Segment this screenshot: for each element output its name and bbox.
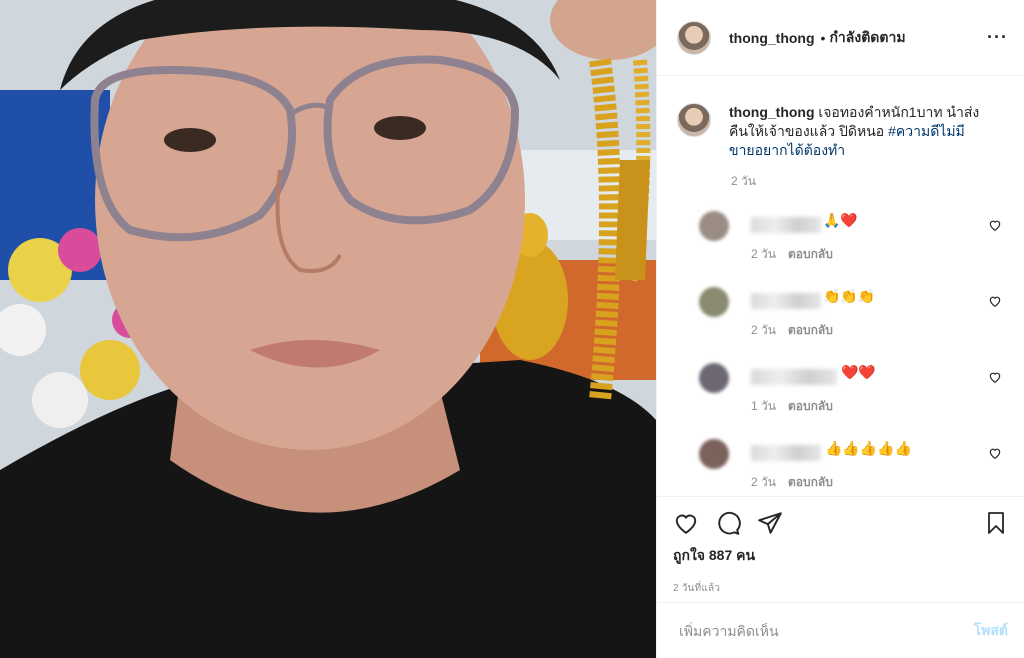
reply-button[interactable]: ตอบกลับ: [788, 323, 833, 337]
comment-text: 👍👍👍👍👍: [825, 440, 913, 456]
reply-button[interactable]: ตอบกลับ: [788, 399, 833, 413]
heart-icon[interactable]: [988, 446, 1002, 460]
following-button[interactable]: กำลังติดตาม: [829, 27, 905, 49]
caption-username[interactable]: thong_thong: [729, 104, 815, 120]
comment-text: 🙏❤️: [823, 212, 858, 228]
comment-item: ❤️❤️ 1 วัน ตอบกลับ: [677, 363, 1008, 439]
post-photo[interactable]: [0, 0, 656, 658]
save-bookmark-icon[interactable]: [984, 510, 1008, 536]
share-paper-plane-icon[interactable]: [757, 510, 783, 536]
comment-composer: โพสต์: [657, 602, 1024, 658]
comment-time: 2 วัน: [751, 475, 776, 489]
reply-button[interactable]: ตอบกลับ: [788, 475, 833, 489]
more-options-icon[interactable]: ···: [987, 27, 1008, 48]
comment-text: ❤️❤️: [841, 364, 876, 380]
like-heart-icon[interactable]: [673, 510, 699, 536]
comment-text: 👏👏👏: [823, 288, 876, 304]
caption-time: 2 วัน: [731, 174, 756, 188]
comment-meta: 2 วัน ตอบกลับ: [751, 321, 845, 340]
post-header: thong_thong • กำลังติดตาม ···: [657, 0, 1024, 76]
comment-bubble-icon[interactable]: [715, 510, 741, 536]
comment-meta: 2 วัน ตอบกลับ: [751, 245, 845, 264]
selfie-image: [0, 0, 656, 658]
separator-dot: •: [820, 29, 826, 46]
add-comment-input[interactable]: [677, 621, 974, 640]
comment-item: 👏👏👏 2 วัน ตอบกลับ: [677, 287, 1008, 363]
commenter-name-blurred: [751, 293, 821, 309]
reply-button[interactable]: ตอบกลับ: [788, 247, 833, 261]
heart-icon[interactable]: [988, 370, 1002, 384]
action-icons: [673, 497, 1008, 549]
commenter-name-blurred: [751, 445, 821, 461]
comment-time: 1 วัน: [751, 399, 776, 413]
comment-item: 👍👍👍👍👍 2 วัน ตอบกลับ: [677, 439, 1008, 495]
heart-icon[interactable]: [988, 218, 1002, 232]
commenter-avatar[interactable]: [699, 211, 729, 241]
comments-list[interactable]: thong_thong เจอทองคำหนัก1บาท นำส่งคืนให้…: [657, 77, 1024, 495]
commenter-avatar[interactable]: [699, 439, 729, 469]
comment-item: 🙏❤️ 2 วัน ตอบกลับ: [677, 211, 1008, 287]
post-sidebar: thong_thong • กำลังติดตาม ··· thong_thon…: [656, 0, 1024, 658]
caption-avatar[interactable]: [677, 103, 711, 137]
author-username[interactable]: thong_thong: [729, 30, 815, 46]
post-timestamp[interactable]: 2 วันที่แล้ว: [673, 581, 1008, 596]
heart-icon[interactable]: [988, 294, 1002, 308]
commenter-avatar[interactable]: [699, 363, 729, 393]
caption-text: thong_thong เจอทองคำหนัก1บาท นำส่งคืนให้…: [729, 103, 989, 160]
comment-time: 2 วัน: [751, 323, 776, 337]
comment-meta: 1 วัน ตอบกลับ: [751, 397, 845, 416]
post-caption: thong_thong เจอทองคำหนัก1บาท นำส่งคืนให้…: [677, 103, 1008, 160]
commenter-avatar[interactable]: [699, 287, 729, 317]
commenter-name-blurred: [751, 217, 821, 233]
likes-count[interactable]: ถูกใจ 887 คน: [673, 545, 1008, 567]
comment-meta: 2 วัน ตอบกลับ: [751, 473, 845, 492]
commenter-name-blurred: [751, 369, 837, 385]
post-comment-button[interactable]: โพสต์: [974, 620, 1008, 642]
comment-time: 2 วัน: [751, 247, 776, 261]
author-avatar[interactable]: [677, 20, 711, 55]
post-actions: ถูกใจ 887 คน 2 วันที่แล้ว: [657, 496, 1024, 600]
